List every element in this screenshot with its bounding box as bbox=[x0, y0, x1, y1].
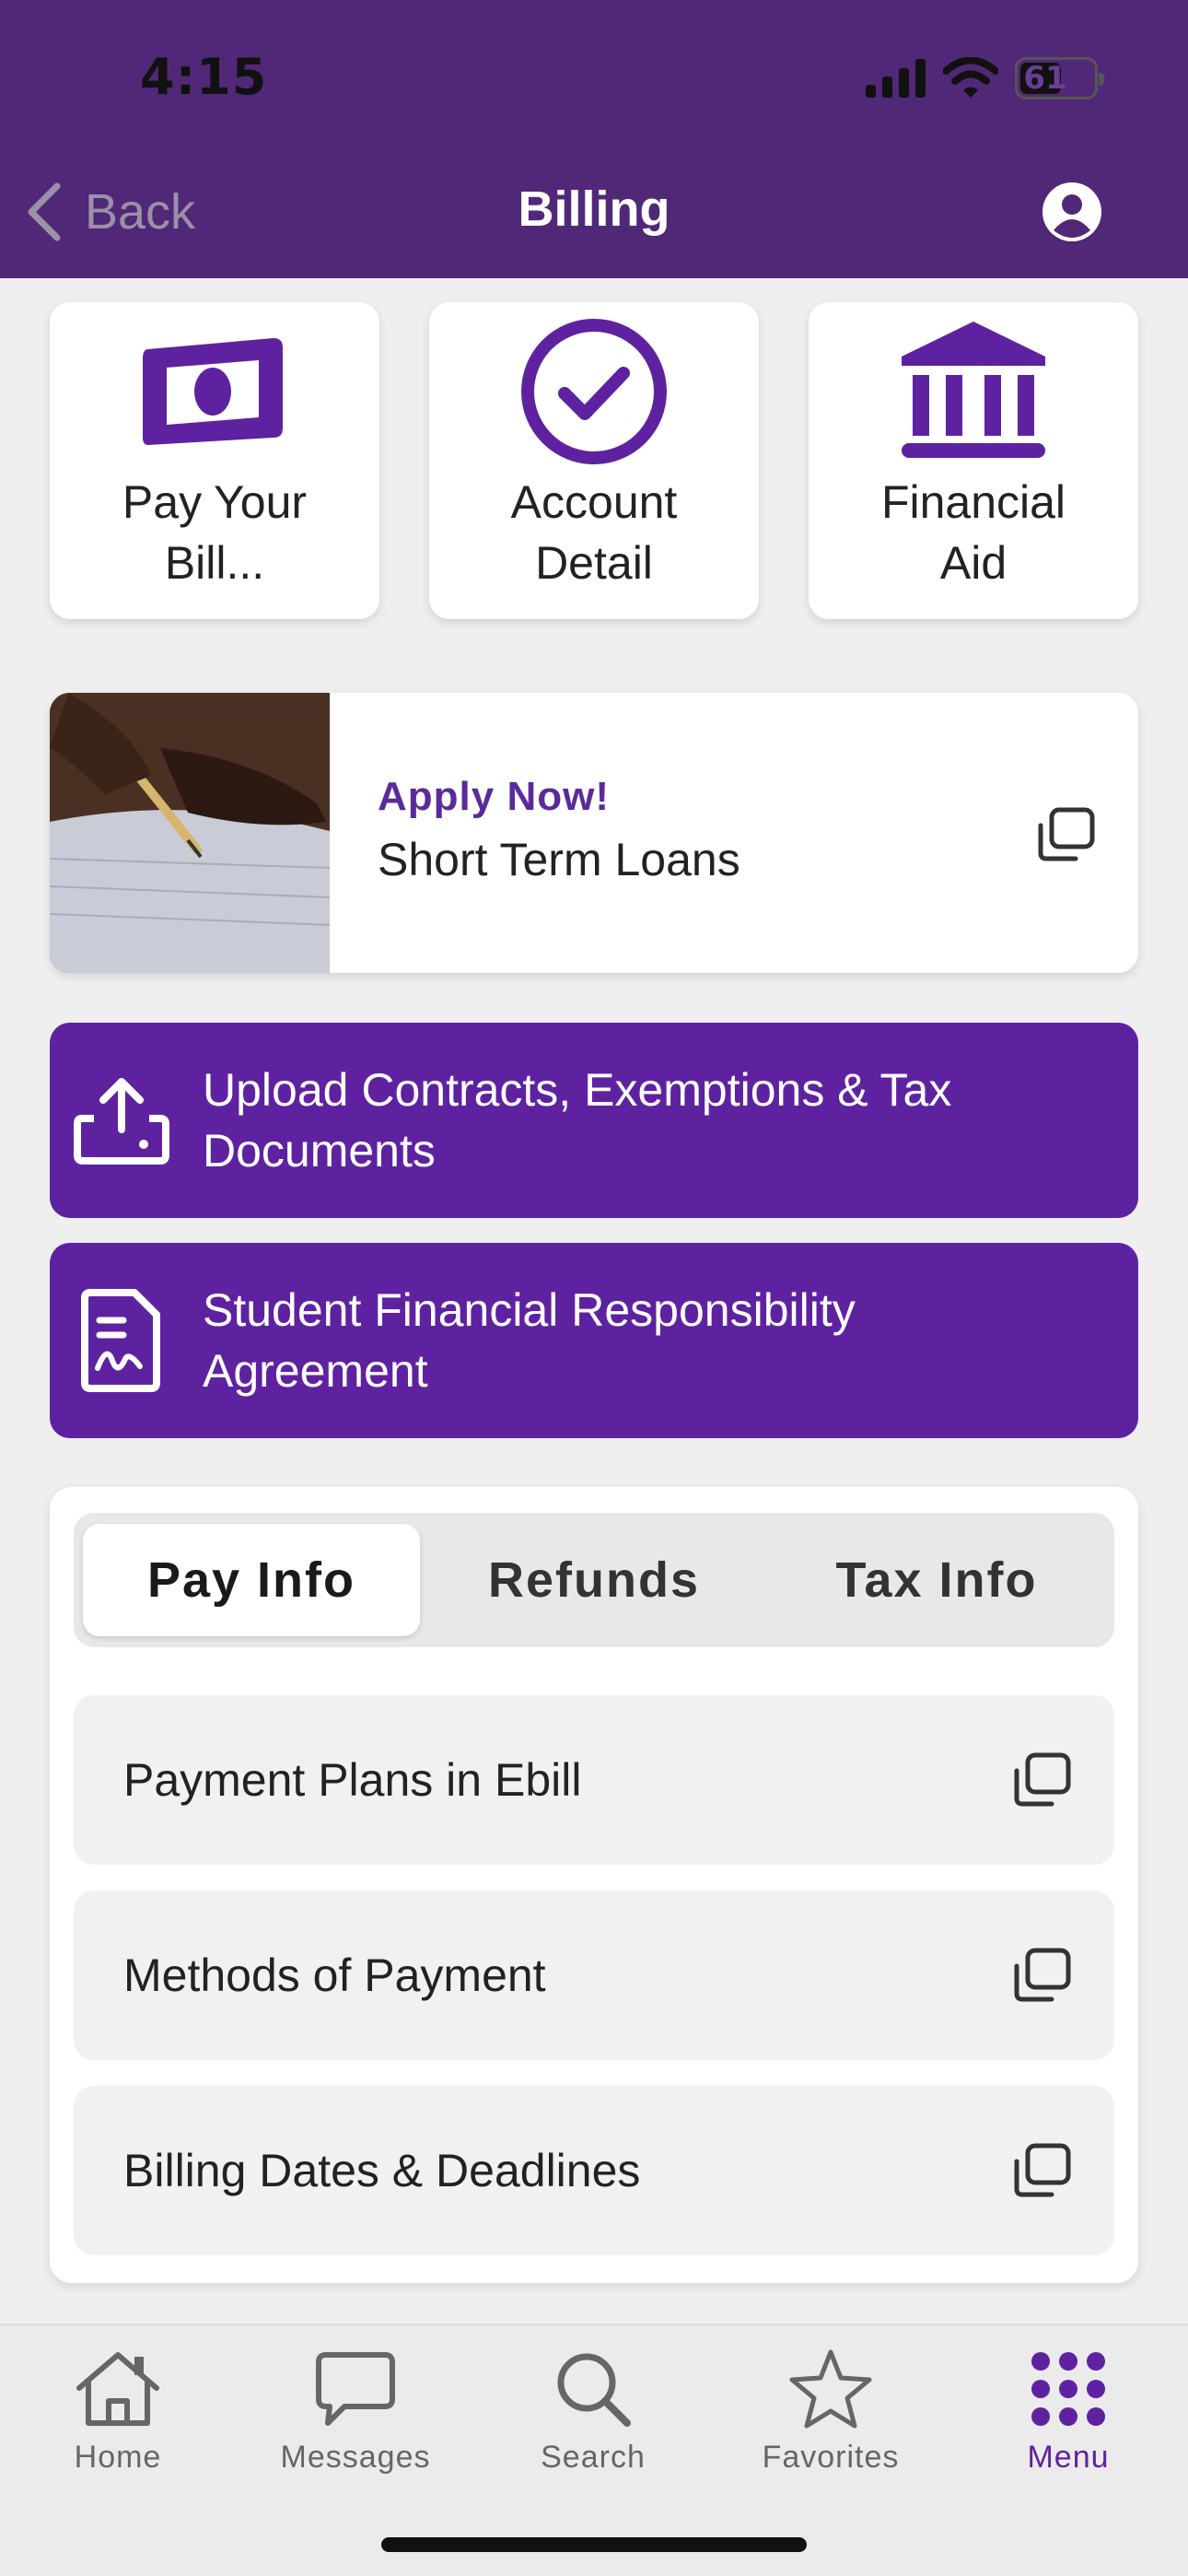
quick-link-label: Account bbox=[510, 476, 678, 528]
nav-menu[interactable]: Menu bbox=[976, 2338, 1160, 2486]
list-item-label: Billing Dates & Deadlines bbox=[123, 2145, 641, 2196]
nav-label: Messages bbox=[280, 2440, 431, 2475]
nav-label: Menu bbox=[1027, 2440, 1110, 2475]
open-external-icon bbox=[1014, 1948, 1071, 2002]
upload-documents-label: Upload Contracts, Exemptions & Tax Docum… bbox=[203, 1064, 952, 1177]
nav-label: Home bbox=[74, 2440, 162, 2475]
segmented-tabs: Pay Info Refunds Tax Info bbox=[74, 1513, 1114, 1647]
list-item-label: Methods of Payment bbox=[123, 1950, 546, 2001]
status-time: 4:15 bbox=[140, 48, 268, 106]
search-icon bbox=[557, 2353, 631, 2427]
nav-messages[interactable]: Messages bbox=[263, 2338, 448, 2486]
nav-favorites[interactable]: Favorites bbox=[739, 2338, 923, 2486]
quick-link-pay-bill[interactable]: Pay Your Bill... bbox=[50, 302, 379, 619]
battery-level: 61 bbox=[1023, 60, 1067, 97]
quick-link-account-detail[interactable]: Account Detail bbox=[429, 302, 759, 619]
signing-document-photo bbox=[50, 693, 331, 973]
list-item-billing-dates[interactable]: Billing Dates & Deadlines bbox=[74, 2086, 1114, 2255]
financial-responsibility-agreement-button[interactable]: Student Financial Responsibility Agreeme… bbox=[50, 1243, 1138, 1438]
cellular-signal-icon bbox=[866, 59, 926, 98]
list-item-label: Payment Plans in Ebill bbox=[123, 1754, 582, 1806]
battery-icon: 61 bbox=[1015, 57, 1104, 100]
check-circle-icon bbox=[521, 319, 667, 464]
open-external-icon bbox=[1014, 1752, 1071, 1807]
financial-responsibility-label: Student Financial Responsibility Agreeme… bbox=[203, 1284, 856, 1397]
profile-icon[interactable] bbox=[1041, 181, 1103, 243]
home-icon bbox=[76, 2352, 159, 2426]
tab-refunds[interactable]: Refunds bbox=[425, 1524, 763, 1636]
money-icon bbox=[143, 338, 283, 445]
billing-info-panel: Pay Info Refunds Tax Info Payment Plans … bbox=[50, 1487, 1138, 2283]
short-term-loans-banner[interactable]: Apply Now! Short Term Loans bbox=[50, 693, 1138, 973]
grid-dots-icon bbox=[1031, 2352, 1105, 2426]
upload-documents-button[interactable]: Upload Contracts, Exemptions & Tax Docum… bbox=[50, 1023, 1138, 1218]
page-title: Billing bbox=[518, 181, 670, 237]
quick-link-label: Pay Your bbox=[122, 476, 308, 528]
bank-icon bbox=[902, 322, 1045, 458]
list-item-payment-plans[interactable]: Payment Plans in Ebill bbox=[74, 1695, 1114, 1865]
open-external-icon bbox=[1014, 2143, 1071, 2197]
quick-link-label: Financial bbox=[880, 476, 1066, 528]
nav-search[interactable]: Search bbox=[501, 2338, 685, 2486]
list-item-methods-of-payment[interactable]: Methods of Payment bbox=[74, 1891, 1114, 2060]
wifi-icon bbox=[943, 57, 998, 98]
upload-icon bbox=[74, 1078, 169, 1165]
chat-bubble-icon bbox=[316, 2352, 395, 2426]
quick-link-label: Detail bbox=[535, 537, 653, 589]
open-external-icon bbox=[1038, 807, 1095, 861]
quick-link-label: Bill... bbox=[164, 537, 265, 589]
loan-title: Short Term Loans bbox=[378, 834, 740, 885]
quick-link-label: Aid bbox=[939, 537, 1007, 589]
nav-label: Favorites bbox=[762, 2440, 900, 2475]
nav-home[interactable]: Home bbox=[26, 2338, 210, 2486]
quick-link-financial-aid[interactable]: Financial Aid bbox=[809, 302, 1138, 619]
tab-pay-info[interactable]: Pay Info bbox=[83, 1524, 420, 1636]
app-header: 4:15 61 Back Billing bbox=[0, 0, 1188, 278]
star-icon bbox=[789, 2349, 872, 2429]
status-icons: 61 bbox=[866, 55, 1104, 101]
document-signature-icon bbox=[81, 1289, 160, 1392]
home-indicator[interactable] bbox=[381, 2537, 807, 2552]
loan-eyebrow: Apply Now! bbox=[378, 774, 610, 819]
nav-label: Search bbox=[541, 2440, 646, 2475]
tab-tax-info[interactable]: Tax Info bbox=[768, 1524, 1105, 1636]
